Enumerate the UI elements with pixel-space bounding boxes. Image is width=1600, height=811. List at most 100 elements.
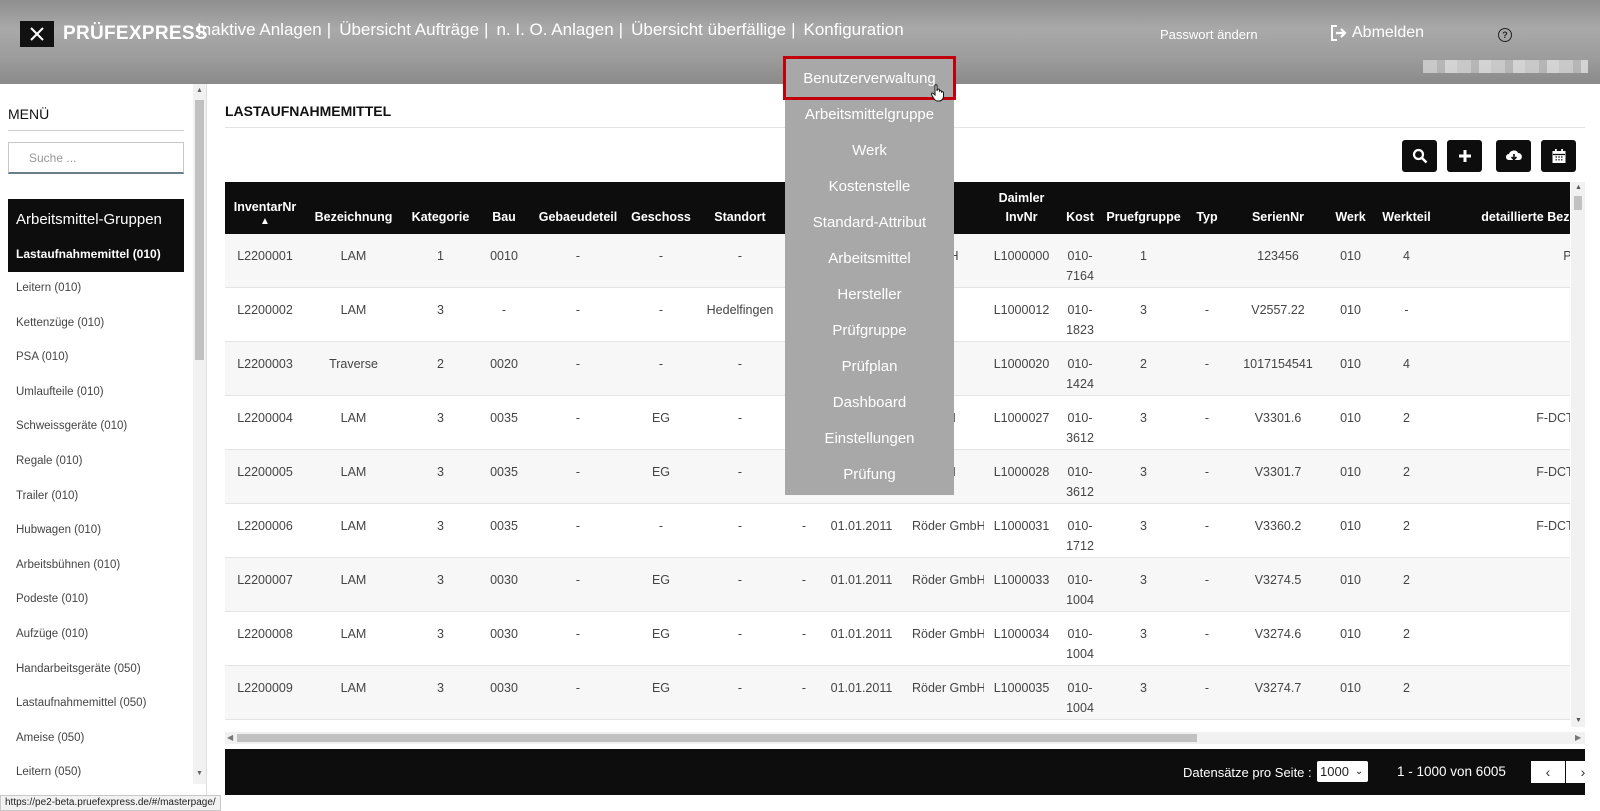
sidebar-item[interactable]: Lastaufnahmemittel (050) [16,696,146,731]
table-row[interactable]: L2200007 LAM 3 0030- EG - -01.01.2011 Röder Gmb… [225,557,1570,612]
sidebar-item[interactable]: Schweissgeräte (010) [16,419,146,454]
sidebar-item[interactable]: Hubwagen (010) [16,523,146,558]
col-header-typ[interactable]: Typ [1186,182,1228,234]
nav-konfiguration[interactable]: Konfiguration [803,20,903,40]
table-cell: 01.01.2011 [823,665,900,720]
menu-item-hersteller[interactable]: Hersteller [785,286,954,303]
table-cell: 010- 7164 [1059,234,1101,288]
menu-item-einstellungen[interactable]: Einstellungen [785,430,954,447]
table-cell: - [1186,503,1228,558]
sidebar-item[interactable]: Leitern (010) [16,281,146,316]
sidebar-scroll-thumb[interactable] [195,100,204,360]
next-page-button[interactable]: › [1566,761,1600,783]
sidebar-search-input[interactable] [8,142,184,174]
logout-button[interactable]: Abmelden [1330,24,1424,42]
change-password-link[interactable]: Passwort ändern [1160,27,1258,42]
sidebar-item[interactable]: Kettenzüge (010) [16,316,146,351]
nav-inaktive-anlagen[interactable]: Inaktive Anlagen [197,20,322,40]
table-cell: 0010 [479,234,529,288]
menu-item-standard-attribut[interactable]: Standard-Attribut [785,214,954,231]
sidebar-scrollbar[interactable]: ▲ ▼ [193,84,206,784]
menu-item-pruefgruppe[interactable]: Prüfgruppe [785,322,954,339]
menu-item-arbeitsmittel[interactable]: Arbeitsmittel [785,250,954,267]
table-cell: Röder GmbH [900,503,984,558]
col-header-gebaeudeteil[interactable]: Gebaeudeteil [529,182,627,234]
table-cell: 3 [402,719,479,727]
col-header-werkteil[interactable]: Werkteil [1373,182,1440,234]
menu-item-kostenstelle[interactable]: Kostenstelle [785,178,954,195]
col-header-bau[interactable]: Bau [479,182,529,234]
table-horizontal-scrollbar[interactable]: ◀ ▶ [225,732,1585,744]
table-footer: Datensätze pro Seite : 1000 ⌄ 1 - 1000 v… [225,749,1600,795]
menu-item-pruefplan[interactable]: Prüfplan [785,358,954,375]
table-cell: L1000012 [984,287,1059,342]
scroll-down-icon[interactable]: ▼ [196,770,203,777]
menu-item-pruefung[interactable]: Prüfung [785,466,954,483]
table-cell: 01.01.2011 [823,611,900,666]
sidebar-item[interactable]: Handarbeitsgeräte (050) [16,662,146,697]
per-page-select[interactable]: 1000 ⌄ [1317,761,1368,782]
close-menu-button[interactable] [20,21,54,47]
sort-ascending-icon[interactable]: ▲ [227,217,303,227]
table-cell: LAM [305,719,402,727]
scroll-right-icon[interactable]: ▶ [1575,733,1581,742]
table-cell: 0030 [479,665,529,720]
col-header-daimler-invnr[interactable]: Daimler InvNr [984,182,1059,234]
sidebar-item[interactable]: Trailer (010) [16,489,146,524]
scroll-up-icon[interactable]: ▲ [196,87,203,94]
sidebar-item[interactable]: PSA (010) [16,350,146,385]
table-cell: L1000000 [984,234,1059,288]
search-button[interactable] [1402,140,1437,172]
table-hscroll-thumb[interactable] [237,734,1197,742]
table-cell: V3301.6 [1228,395,1328,450]
col-header-werk[interactable]: Werk [1328,182,1373,234]
col-header-pruefgruppe[interactable]: Pruefgruppe [1101,182,1186,234]
sidebar-item-active[interactable]: Lastaufnahmemittel (010) [16,247,161,261]
table-vertical-scrollbar[interactable]: ▲ ▼ [1571,182,1585,727]
table-cell: - [479,287,529,342]
col-header-kategorie[interactable]: Kategorie [402,182,479,234]
sidebar-item[interactable]: Regale (010) [16,454,146,489]
col-header-detaillierte-bezeichnung[interactable]: detaillierte Bezeichnung [1440,182,1570,234]
nav-uebersicht-ueberfaellige[interactable]: Übersicht überfällige [631,20,786,40]
sidebar-item[interactable]: Aufzüge (010) [16,627,146,662]
col-header-standort[interactable]: Standort [695,182,785,234]
col-header-kost[interactable]: Kost [1059,182,1101,234]
help-icon[interactable]: ? [1498,28,1512,42]
plus-icon [1458,150,1471,162]
table-cell: 3 [1101,395,1186,450]
prev-page-button[interactable]: ‹ [1531,761,1565,783]
table-row[interactable]: L2200008 LAM 3 0030- EG - -01.01.2011 Röder Gmb… [225,611,1570,666]
sidebar-item[interactable]: Arbeitsbühnen (010) [16,558,146,593]
table-row[interactable]: L2200010LAM30035-EG--01.01.2011Röder Gmb… [225,719,1570,727]
table-cell [1186,234,1228,288]
calendar-button[interactable] [1541,140,1576,172]
menu-item-arbeitsmittelgruppe[interactable]: Arbeitsmittelgruppe [785,106,954,123]
table-row[interactable]: L2200006 LAM 3 0035- - - -01.01.2011 Röder GmbH… [225,503,1570,558]
col-header-geschoss[interactable]: Geschoss [627,182,695,234]
pagination-range: 1 - 1000 von 6005 [1397,764,1506,779]
nav-separator: | [791,20,796,39]
table-vscroll-thumb[interactable] [1574,196,1582,210]
table-cell: 2 [1373,557,1440,612]
sidebar-item[interactable]: Podeste (010) [16,592,146,627]
table-cell: L1000027 [984,395,1059,450]
table-row[interactable]: L2200009 LAM 3 0030- EG - -01.01.2011 Röder Gmb… [225,665,1570,720]
col-header-inventarnr[interactable]: InventarNr ▲ [225,182,305,234]
download-button[interactable] [1496,140,1531,172]
scroll-left-icon[interactable]: ◀ [227,733,233,742]
table-cell: 3406.1 [1228,719,1328,727]
nav-uebersicht-auftraege[interactable]: Übersicht Aufträge [339,20,479,40]
col-header-bezeichnung[interactable]: Bezeichnung [305,182,402,234]
add-button[interactable] [1447,140,1482,172]
sidebar-item[interactable]: Ameise (050) [16,731,146,766]
menu-item-werk[interactable]: Werk [785,142,954,159]
table-cell: L2200005 [225,449,305,504]
menu-item-dashboard[interactable]: Dashboard [785,394,954,411]
col-header-seriennr[interactable]: SerienNr [1228,182,1328,234]
group-list: Leitern (010) Kettenzüge (010) PSA (010)… [16,281,146,800]
scroll-down-icon[interactable]: ▼ [1575,717,1582,724]
sidebar-item[interactable]: Umlaufteile (010) [16,385,146,420]
scroll-up-icon[interactable]: ▲ [1575,184,1582,191]
nav-nio-anlagen[interactable]: n. I. O. Anlagen [496,20,613,40]
